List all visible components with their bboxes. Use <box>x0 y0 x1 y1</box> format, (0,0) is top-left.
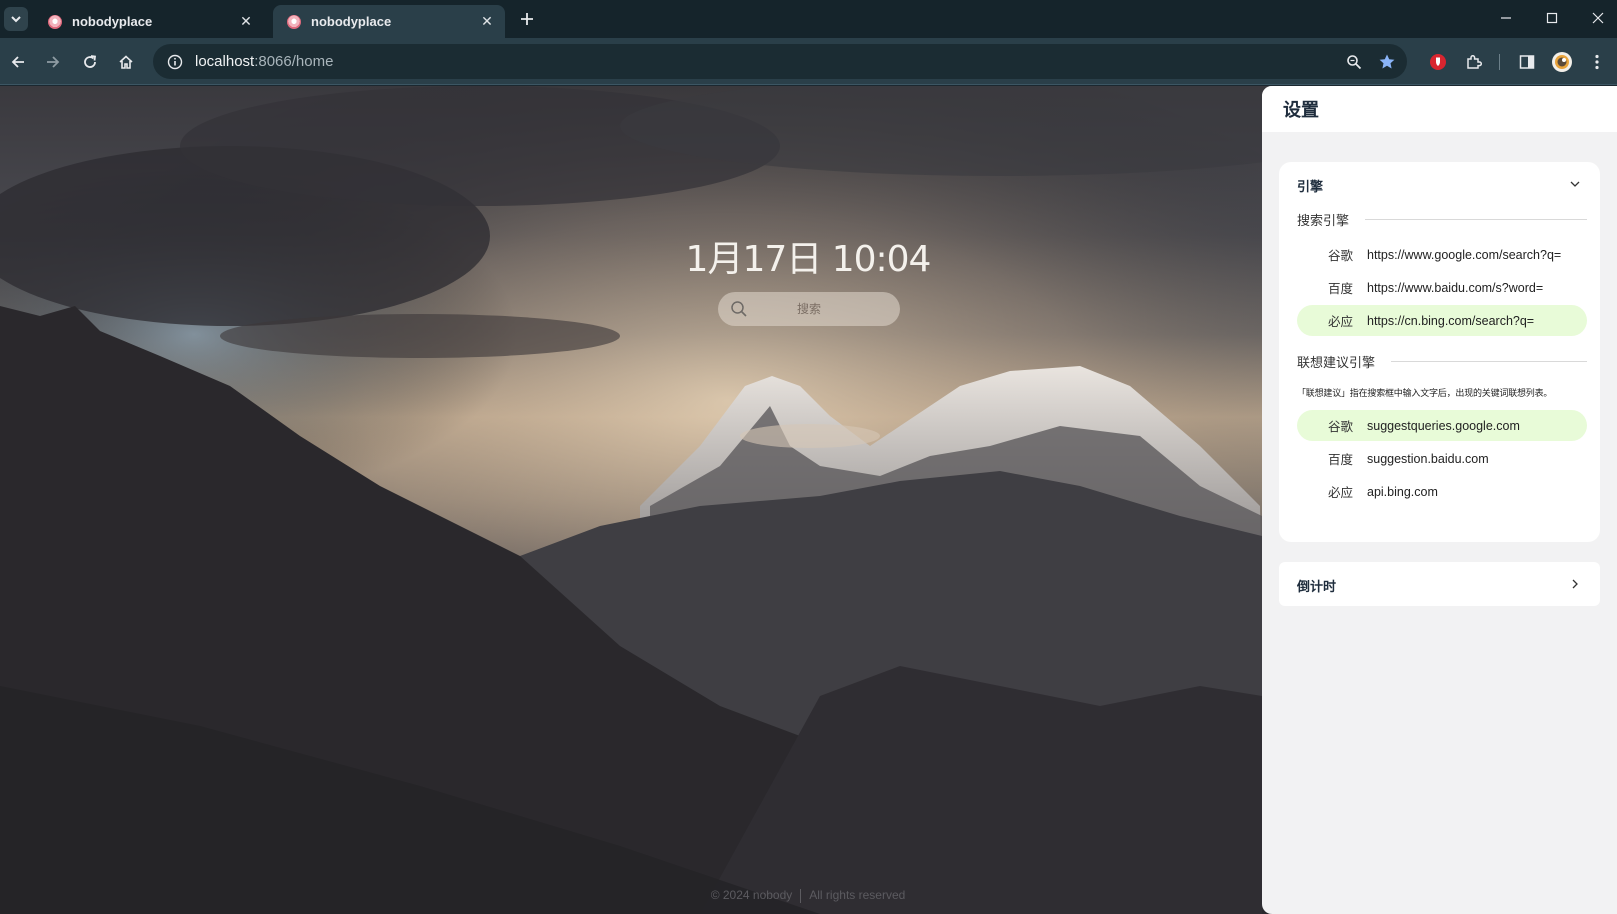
maximize-icon <box>1546 12 1558 24</box>
red-shield-icon[interactable] <box>1425 49 1451 75</box>
engine-name: 必应 <box>1327 314 1353 329</box>
engine-name: 谷歌 <box>1327 419 1353 434</box>
engine-name: 百度 <box>1327 452 1353 467</box>
minimize-icon <box>1501 17 1511 19</box>
suggest-engine-note: 「联想建议」指在搜索框中输入文字后，出现的关键词联想列表。 <box>1297 389 1553 399</box>
url-host: localhost <box>195 53 255 70</box>
search-engine-option-bing[interactable]: 必应 https://cn.bing.com/search?q= <box>1297 305 1587 336</box>
engine-url: suggestion.baidu.com <box>1367 451 1489 466</box>
maximize-button[interactable] <box>1537 6 1567 30</box>
tab-nobodyplace-2[interactable]: nobodyplace ✕ <box>273 5 505 38</box>
url-path: :8066/home <box>254 53 334 70</box>
engine-url: api.bing.com <box>1367 484 1438 499</box>
browser-toolbar: localhost:8066/home <box>0 38 1617 85</box>
star-icon[interactable] <box>1377 52 1397 72</box>
chevron-down-icon <box>11 16 21 23</box>
tab-title: nobodyplace <box>72 14 153 29</box>
settings-panel: 设置 引擎 搜索引擎 谷歌 https://www.google.com/sea… <box>1262 86 1617 914</box>
footer-divider <box>800 888 802 903</box>
engine-name: 百度 <box>1327 281 1353 296</box>
reload-button[interactable] <box>77 49 103 75</box>
arrow-left-icon <box>11 56 24 68</box>
engine-url: https://www.google.com/search?q= <box>1367 247 1562 262</box>
settings-title: 设置 <box>1262 86 1617 132</box>
tab-search-button[interactable] <box>4 7 28 31</box>
minimize-button[interactable] <box>1491 6 1521 30</box>
magnifier-icon[interactable] <box>1344 52 1364 72</box>
chevron-right-icon <box>1572 579 1578 589</box>
engine-name: 谷歌 <box>1327 248 1353 263</box>
tab-title: nobodyplace <box>311 14 392 29</box>
plus-icon <box>521 13 533 25</box>
search-engine-option-google[interactable]: 谷歌 https://www.google.com/search?q= <box>1297 239 1587 270</box>
page-viewport: 1月17日 10:04 © 2024 nobody All rights rese… <box>0 86 1617 914</box>
address-bar[interactable]: localhost:8066/home <box>153 44 1407 79</box>
engine-url: https://www.baidu.com/s?word= <box>1367 280 1544 295</box>
url-text[interactable]: localhost:8066/home <box>195 53 333 70</box>
tab-close-icon[interactable]: ✕ <box>238 13 254 30</box>
countdown-card-title: 倒计时 <box>1297 580 1337 595</box>
engine-url: suggestqueries.google.com <box>1367 418 1520 433</box>
suggest-engine-option-baidu[interactable]: 百度 suggestion.baidu.com <box>1297 443 1587 474</box>
search-icon <box>731 301 747 317</box>
search-engine-option-baidu[interactable]: 百度 https://www.baidu.com/s?word= <box>1297 272 1587 303</box>
engine-name: 必应 <box>1327 485 1353 500</box>
favicon-icon <box>287 14 301 29</box>
suggest-engine-section-label: 联想建议引擎 <box>1297 356 1376 371</box>
new-tab-button[interactable] <box>516 8 538 30</box>
chevron-down-icon[interactable] <box>1568 177 1582 191</box>
home-icon <box>119 55 133 69</box>
arrow-right-icon <box>47 56 60 68</box>
close-icon <box>1592 12 1604 24</box>
suggest-engine-option-google[interactable]: 谷歌 suggestqueries.google.com <box>1297 410 1587 441</box>
tab-strip: nobodyplace ✕ nobodyplace ✕ <box>0 0 1617 38</box>
section-divider <box>1391 361 1587 362</box>
tab-close-icon[interactable]: ✕ <box>479 13 495 30</box>
toolbar-separator <box>1499 54 1500 70</box>
side-panel-icon[interactable] <box>1514 49 1540 75</box>
engine-url: https://cn.bing.com/search?q= <box>1367 313 1535 328</box>
section-divider <box>1365 219 1587 220</box>
engine-card-title[interactable]: 引擎 <box>1297 176 1323 195</box>
forward-button[interactable] <box>40 49 66 75</box>
clock-text: 1月17日 10:04 <box>685 239 932 280</box>
avatar[interactable] <box>1549 49 1575 75</box>
site-info-icon[interactable] <box>161 54 189 70</box>
reload-icon <box>84 55 97 68</box>
favicon-icon <box>48 14 62 29</box>
suggest-engine-section: 联想建议引擎 <box>1297 352 1587 371</box>
tab-nobodyplace-1[interactable]: nobodyplace ✕ <box>34 5 264 38</box>
home-button[interactable] <box>113 49 139 75</box>
footer-copyright: © 2024 nobody <box>710 888 793 902</box>
home-search-box[interactable] <box>718 292 900 326</box>
kebab-icon[interactable] <box>1584 49 1610 75</box>
search-engine-section: 搜索引擎 <box>1297 210 1587 229</box>
engine-card: 引擎 搜索引擎 谷歌 https://www.google.com/search… <box>1279 162 1600 542</box>
footer-rights: All rights reserved <box>809 888 906 902</box>
search-engine-section-label: 搜索引擎 <box>1297 214 1350 229</box>
back-button[interactable] <box>5 49 31 75</box>
close-window-button[interactable] <box>1583 6 1613 30</box>
countdown-card[interactable]: 倒计时 <box>1279 562 1600 606</box>
puzzle-icon[interactable] <box>1461 49 1487 75</box>
suggest-engine-option-bing[interactable]: 必应 api.bing.com <box>1297 476 1587 507</box>
